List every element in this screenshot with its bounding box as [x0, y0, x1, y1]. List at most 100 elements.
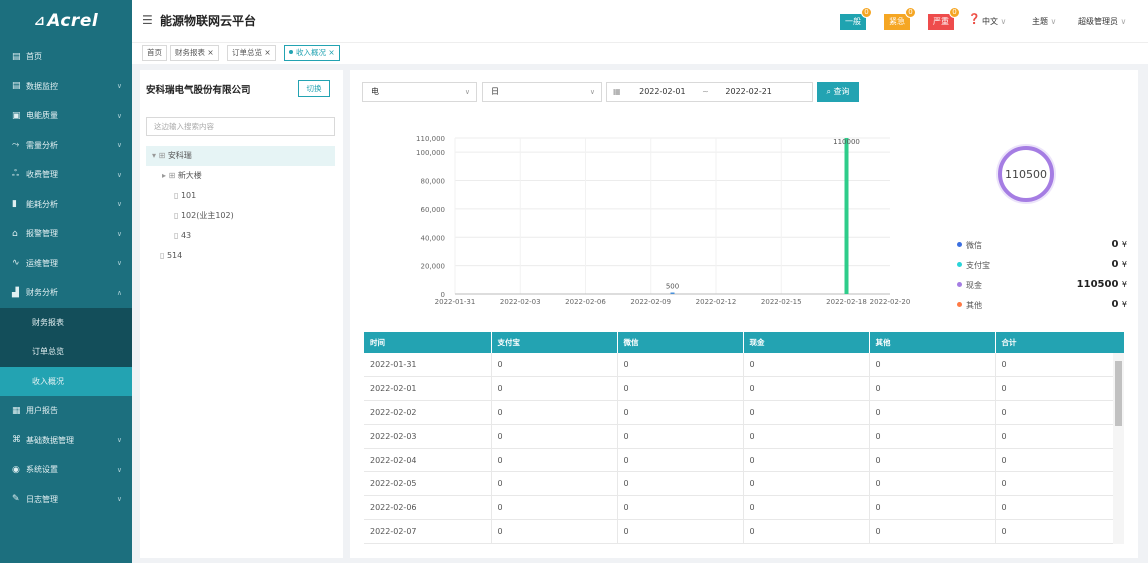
sidebar-item-user-report[interactable]: ▦ 用户报告 — [0, 396, 132, 426]
table-cell: 2022-02-05 — [364, 471, 492, 497]
brand-logo[interactable]: ⊿ Acrel — [0, 0, 132, 42]
sidebar-subitem-order-overview[interactable]: 订单总览 — [0, 337, 132, 367]
alert-normal-badge[interactable]: 一般 0 — [840, 7, 872, 30]
table-cell: 0 — [743, 376, 870, 402]
y-tick-label: 20,000 — [421, 263, 446, 271]
sidebar-item-settings[interactable]: ◉ 系统设置 ∨ — [0, 455, 132, 485]
table-row[interactable]: 2022-02-05 0 0 0 0 0 — [364, 471, 1124, 497]
tree-node[interactable]: ▾ ⊞ 安科瑞 — [146, 146, 335, 166]
y-tick-label: 80,000 — [421, 178, 446, 186]
sidebar-item-finance[interactable]: ▟ 财务分析 ∧ — [0, 278, 132, 308]
table-header-cell: 现金 — [743, 332, 870, 353]
tab-order-overview[interactable]: 订单总览 × — [227, 45, 276, 61]
table-header-cell: 其他 — [869, 332, 996, 353]
query-button[interactable]: ⌕ 查询 — [817, 82, 859, 102]
energy-type-select[interactable]: 电 ∨ — [362, 82, 477, 102]
table-cell: 0 — [743, 471, 870, 497]
top-bar: ☰ 能源物联网云平台 一般 0 紧急 0 严重 0 ❓ 中文 ∨ 主题 ∨ 超级管理员… — [132, 0, 1148, 42]
sidebar-item-logs[interactable]: ✎ 日志管理 ∨ — [0, 485, 132, 515]
data-label: 500 — [666, 282, 679, 290]
table-header-row: 时间 支付宝 微信 现金 其他 合计 — [364, 332, 1124, 353]
sidebar-subitem-finance-report[interactable]: 财务报表 — [0, 307, 132, 337]
sidebar-item-demand[interactable]: ⤳ 需量分析 ∨ — [0, 131, 132, 161]
sidebar-item-base-data[interactable]: ⌘ 基础数据管理 ∨ — [0, 426, 132, 456]
switch-button[interactable]: 切换 — [298, 80, 330, 97]
close-icon[interactable]: × — [328, 48, 334, 57]
date-range-picker[interactable]: ▦ 2022-02-01 ~ 2022-02-21 — [606, 82, 813, 102]
search-input[interactable]: 这边输入搜索内容 — [146, 117, 335, 136]
chevron-down-icon: ∨ — [464, 88, 470, 96]
table-cell: 0 — [617, 376, 744, 402]
sidebar-item-billing[interactable]: ஃ 收费管理 ∨ — [0, 160, 132, 190]
table-row[interactable]: 2022-02-03 0 0 0 0 0 — [364, 424, 1124, 449]
close-icon[interactable]: × — [264, 48, 270, 57]
settings-icon: ◉ — [12, 464, 20, 475]
y-tick-label: 100,000 — [416, 149, 445, 157]
table-cell: 0 — [491, 400, 618, 425]
start-date[interactable]: 2022-02-01 — [639, 87, 686, 96]
tree-node[interactable]: ▯ 102(业主102) — [146, 206, 335, 226]
tree-node[interactable]: ▯ 101 — [146, 186, 335, 206]
y-tick-label: 110,000 — [416, 135, 445, 143]
scrollbar-thumb[interactable] — [1115, 361, 1122, 426]
table-cell: 0 — [869, 424, 996, 449]
table-row[interactable]: 2022-02-07 0 0 0 0 0 — [364, 519, 1124, 544]
tree-node[interactable]: ▸ ⊞ 新大楼 — [146, 166, 335, 186]
close-icon[interactable]: × — [207, 48, 213, 57]
legend-cash: 现金 110500 ¥ — [957, 279, 1127, 298]
sidebar-item-label: 订单总览 — [32, 347, 64, 357]
sidebar-item-power-quality[interactable]: ▣ 电能质量 ∨ — [0, 101, 132, 131]
table-cell: 0 — [995, 448, 1124, 473]
logo-mark-icon: ⊿ — [33, 13, 46, 29]
sidebar: ⊿ Acrel ▤ 首页 ▤ 数据监控 ∨ ▣ 电能质量 ∨ ⤳ 需量分析 ∨ ஃ 收费管理 ∨ ▮… — [0, 0, 132, 563]
sidebar-nav: ▤ 首页 ▤ 数据监控 ∨ ▣ 电能质量 ∨ ⤳ 需量分析 ∨ ஃ 收费管理 ∨ ▮ 能耗分析 ∨ ⌂… — [0, 42, 132, 514]
table-row[interactable]: 2022-02-04 0 0 0 0 0 — [364, 448, 1124, 473]
sidebar-item-label: 运维管理 — [26, 258, 58, 268]
sidebar-item-home[interactable]: ▤ 首页 — [0, 42, 132, 72]
sidebar-item-label: 需量分析 — [26, 140, 58, 150]
tab-home[interactable]: 首页 — [142, 45, 167, 61]
end-date[interactable]: 2022-02-21 — [725, 87, 772, 96]
sidebar-item-label: 数据监控 — [26, 81, 58, 91]
theme-select[interactable]: 主题 ∨ — [1032, 16, 1056, 27]
chevron-down-icon: ∨ — [116, 465, 122, 474]
x-tick-label: 2022-01-31 — [435, 298, 476, 306]
table-cell: 0 — [617, 519, 744, 544]
sidebar-item-alarm[interactable]: ⌂ 报警管理 ∨ — [0, 219, 132, 249]
table-row[interactable]: 2022-02-02 0 0 0 0 0 — [364, 400, 1124, 425]
chevron-down-icon: ∨ — [1120, 17, 1127, 26]
tree-node-label: 101 — [180, 191, 197, 200]
help-icon[interactable]: ❓ — [968, 14, 980, 25]
sidebar-item-label: 电能质量 — [26, 111, 58, 121]
sidebar-item-label: 财务报表 — [32, 317, 64, 327]
tab-label: 财务报表 — [175, 48, 205, 57]
legend-other: 其他 0 ¥ — [957, 299, 1127, 318]
tree-node[interactable]: ▯ 43 — [146, 226, 335, 246]
tab-income-overview[interactable]: 收入概况 × — [284, 45, 340, 61]
language-select[interactable]: 中文 ∨ — [982, 16, 1006, 27]
tree-node[interactable]: ▯ 514 — [146, 246, 335, 266]
table-cell: 0 — [869, 495, 996, 521]
table-cell: 0 — [869, 376, 996, 402]
sidebar-subitem-income-overview[interactable]: 收入概况 — [0, 366, 132, 396]
table-cell: 0 — [995, 519, 1124, 544]
building-icon: ⊞ — [158, 151, 166, 160]
table-cell: 0 — [869, 448, 996, 473]
alert-urgent-badge[interactable]: 紧急 0 — [884, 7, 916, 30]
tab-finance-report[interactable]: 财务报表 × — [170, 45, 219, 61]
sidebar-item-energy[interactable]: ▮ 能耗分析 ∨ — [0, 190, 132, 220]
sidebar-item-data-monitor[interactable]: ▤ 数据监控 ∨ — [0, 72, 132, 102]
alert-severe-badge[interactable]: 严重 0 — [928, 7, 960, 30]
table-scrollbar[interactable] — [1113, 353, 1124, 544]
period-select[interactable]: 日 ∨ — [482, 82, 602, 102]
menu-toggle-icon[interactable]: ☰ — [142, 13, 153, 27]
table-cell: 0 — [995, 353, 1124, 378]
table-row[interactable]: 2022-02-01 0 0 0 0 0 — [364, 376, 1124, 402]
table-row[interactable]: 2022-02-06 0 0 0 0 0 — [364, 495, 1124, 521]
tab-label: 收入概况 — [296, 48, 326, 57]
user-menu[interactable]: 超级管理员 ∨ — [1078, 16, 1126, 27]
sidebar-item-ops[interactable]: ∿ 运维管理 ∨ — [0, 249, 132, 279]
table-row[interactable]: 2022-01-31 0 0 0 0 0 — [364, 353, 1124, 378]
chart-bar — [670, 292, 675, 294]
data-label: 110000 — [833, 138, 860, 146]
